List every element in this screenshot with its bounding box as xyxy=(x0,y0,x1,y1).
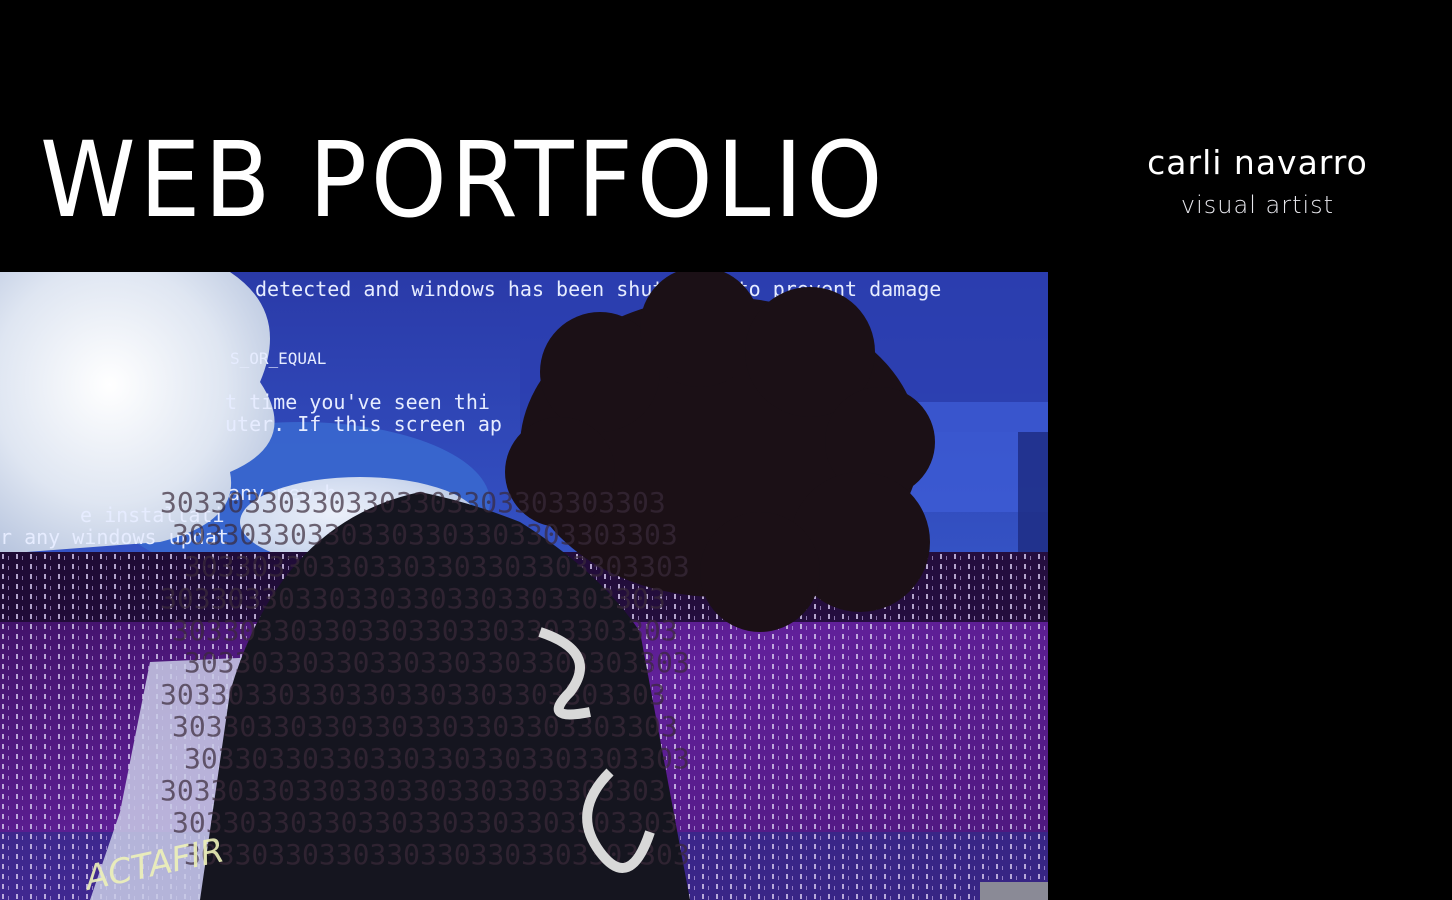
artist-info: carli navarro visual artist xyxy=(1100,143,1415,220)
bsod-line: uter. If this screen ap xyxy=(225,412,502,436)
page-title: WEB PORTFOLIO xyxy=(40,119,887,241)
artist-role: visual artist xyxy=(1180,191,1335,220)
bsod-line: t time you've seen thi xyxy=(225,390,490,414)
glitch-digits: 303303303303303303303303303303 xyxy=(172,710,678,743)
glitch-digits: 303303303303303303303303303303 xyxy=(172,518,678,551)
hero-image: detected and windows has been shut down … xyxy=(0,272,1048,900)
glitch-digits: 303303303303303303303303303303 xyxy=(172,614,678,647)
glitch-digits: 303303303303303303303303303303 xyxy=(160,486,666,519)
glitch-digits: 303303303303303303303303303303 xyxy=(172,806,678,839)
glitch-digits: 303303303303303303303303303303 xyxy=(160,582,666,615)
glitch-digits: 303303303303303303303303303303 xyxy=(160,678,666,711)
glitch-portrait-image: detected and windows has been shut down … xyxy=(0,272,1048,900)
glitch-digits: 303303303303303303303303303303 xyxy=(184,646,690,679)
portfolio-page: WEB PORTFOLIO carli navarro visual artis… xyxy=(0,0,1452,900)
glitch-digits: 303303303303303303303303303303 xyxy=(184,550,690,583)
bsod-line: S_OR_EQUAL xyxy=(230,349,326,368)
glitch-digits: 303303303303303303303303303303 xyxy=(184,742,690,775)
artist-name: carli navarro xyxy=(1147,143,1368,182)
